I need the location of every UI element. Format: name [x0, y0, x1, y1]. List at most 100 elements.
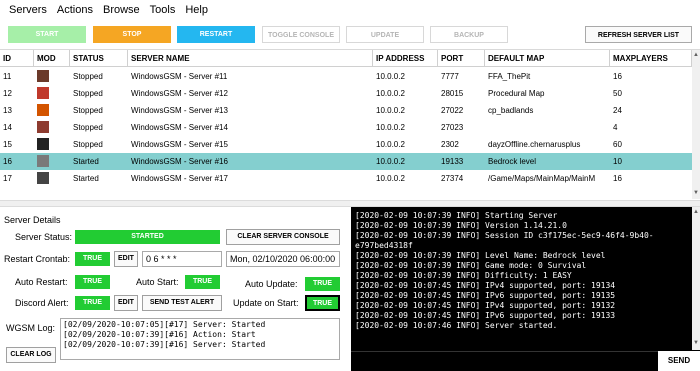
send-test-alert-button[interactable]: Send Test Alert — [142, 295, 222, 311]
col-maxplayers[interactable]: MAXPLAYERS — [610, 50, 692, 66]
col-mod[interactable]: MOD — [34, 50, 70, 66]
server-console: [2020-02-09 10:07:39 INFO] Starting Serv… — [351, 207, 700, 371]
toggle-console-button[interactable]: Toggle Console — [262, 26, 340, 43]
cell-name: WindowsGSM - Server #12 — [131, 89, 228, 98]
start-button[interactable]: Start — [8, 26, 86, 43]
table-row[interactable]: 17 Started WindowsGSM - Server #17 10.0.0.2… — [0, 170, 692, 187]
cell-map — [485, 119, 610, 136]
auto-start-toggle[interactable]: True — [185, 275, 220, 289]
cell-max: 10 — [613, 157, 622, 166]
clear-server-console-button[interactable]: Clear Server Console — [226, 229, 340, 245]
wgsm-log[interactable]: [02/09/2020-10:07:05][#17] Server: Start… — [60, 318, 340, 360]
crontab-field[interactable]: 0 6 * * * — [142, 251, 222, 267]
cell-ip: 10.0.0.2 — [376, 106, 405, 115]
status-value-badge: Started — [75, 230, 220, 244]
crontab-next-run: Mon, 02/10/2020 06:00:00 — [226, 251, 340, 267]
cell-max: 24 — [613, 106, 622, 115]
cell-map: cp_badlands — [488, 106, 534, 115]
console-command-input[interactable] — [351, 351, 658, 371]
col-server-name[interactable]: SERVER NAME — [128, 50, 373, 66]
console-line: [2020-02-09 10:07:45 INFO] IPv4 supporte… — [355, 281, 616, 290]
cell-id: 16 — [3, 157, 12, 166]
menu-servers[interactable]: Servers — [4, 4, 52, 16]
menu-tools[interactable]: Tools — [145, 4, 181, 16]
auto-start-label: Auto Start: — [136, 277, 179, 287]
cell-map: Procedural Map — [488, 89, 545, 98]
console-scrollbar[interactable]: ▲ ▼ — [692, 207, 700, 350]
auto-restart-label: Auto Restart: — [15, 277, 68, 287]
cell-name: WindowsGSM - Server #11 — [131, 72, 228, 81]
cell-name: WindowsGSM - Server #17 — [131, 174, 228, 183]
col-status[interactable]: STATUS — [70, 50, 128, 66]
cell-max: 4 — [613, 123, 618, 132]
cell-port: 7777 — [441, 72, 459, 81]
game-mod-icon — [37, 104, 49, 116]
console-line: [2020-02-09 10:07:46 INFO] Server starte… — [355, 321, 558, 330]
restart-button[interactable]: Restart — [177, 26, 255, 43]
console-line: [2020-02-09 10:07:39 INFO] Level Name: B… — [355, 251, 606, 260]
cell-ip: 10.0.0.2 — [376, 140, 405, 149]
scroll-up-icon[interactable]: ▲ — [692, 52, 700, 58]
wgsm-log-label: WGSM Log: — [6, 323, 56, 333]
cell-name: WindowsGSM - Server #14 — [131, 123, 228, 132]
console-line: [2020-02-09 10:07:39 INFO] Starting Serv… — [355, 211, 558, 220]
crontab-toggle[interactable]: True — [75, 252, 110, 266]
auto-update-toggle[interactable]: True — [305, 277, 340, 291]
cell-max: 60 — [613, 140, 622, 149]
game-mod-icon — [37, 155, 49, 167]
send-button[interactable]: Send — [658, 351, 700, 371]
scroll-down-icon[interactable]: ▼ — [692, 190, 700, 196]
server-table: ID MOD STATUS SERVER NAME IP ADDRESS POR… — [0, 49, 700, 199]
auto-restart-toggle[interactable]: True — [75, 275, 110, 289]
panel-splitter[interactable] — [0, 200, 700, 207]
cell-id: 14 — [3, 123, 12, 132]
cell-ip: 10.0.0.2 — [376, 123, 405, 132]
discord-edit-button[interactable]: Edit — [114, 295, 138, 311]
stop-button[interactable]: Stop — [93, 26, 171, 43]
console-line: [2020-02-09 10:07:45 INFO] IPv6 supporte… — [355, 311, 616, 320]
table-row[interactable]: 11 Stopped WindowsGSM - Server #11 10.0.0.2… — [0, 68, 692, 85]
server-details-panel: Server Details Server Status: Started Cl… — [0, 207, 350, 371]
table-row[interactable]: 15 Stopped WindowsGSM - Server #15 10.0.0.2… — [0, 136, 692, 153]
table-row[interactable]: 13 Stopped WindowsGSM - Server #13 10.0.0.2… — [0, 102, 692, 119]
refresh-server-list-button[interactable]: Refresh Server List — [585, 26, 692, 43]
crontab-edit-button[interactable]: Edit — [114, 251, 138, 267]
mod-cell — [34, 102, 70, 119]
menu-help[interactable]: Help — [180, 4, 213, 16]
cell-name: WindowsGSM - Server #15 — [131, 140, 228, 149]
table-row[interactable]: 12 Stopped WindowsGSM - Server #12 10.0.0.2… — [0, 85, 692, 102]
table-scrollbar[interactable]: ▲ ▼ — [692, 50, 700, 199]
console-scroll-down-icon[interactable]: ▼ — [692, 340, 700, 346]
col-default-map[interactable]: DEFAULT MAP — [485, 50, 610, 66]
menu-browse[interactable]: Browse — [98, 4, 145, 16]
mod-cell — [34, 85, 70, 102]
cell-map: Bedrock level — [488, 157, 537, 166]
discord-alert-toggle[interactable]: True — [75, 296, 110, 310]
cell-id: 13 — [3, 106, 12, 115]
cell-name: WindowsGSM - Server #16 — [131, 157, 228, 166]
col-port[interactable]: PORT — [438, 50, 485, 66]
cell-port: 27374 — [441, 174, 464, 183]
menu-actions[interactable]: Actions — [52, 4, 98, 16]
console-scroll-up-icon[interactable]: ▲ — [692, 209, 700, 215]
cell-id: 11 — [3, 72, 12, 81]
table-row[interactable]: 14 Stopped WindowsGSM - Server #14 10.0.0.2… — [0, 119, 692, 136]
mod-cell — [34, 68, 70, 85]
cell-id: 15 — [3, 140, 12, 149]
col-id[interactable]: ID — [0, 50, 34, 66]
mod-cell — [34, 119, 70, 136]
discord-alert-label: Discord Alert: — [15, 298, 69, 308]
backup-button[interactable]: Backup — [430, 26, 508, 43]
cell-name: WindowsGSM - Server #13 — [131, 106, 228, 115]
cell-status: Started — [73, 174, 99, 183]
update-button[interactable]: Update — [346, 26, 424, 43]
update-on-start-toggle[interactable]: True — [305, 295, 340, 311]
mod-cell — [34, 136, 70, 153]
status-label: Server Status: — [15, 232, 73, 242]
cell-max: 16 — [613, 174, 622, 183]
table-row[interactable]: 16 Started WindowsGSM - Server #16 10.0.0.2… — [0, 153, 692, 170]
clear-log-button[interactable]: Clear Log — [6, 347, 56, 363]
log-line: [02/09/2020-10:07:05][#17] Server: Start… — [63, 320, 266, 329]
auto-update-label: Auto Update: — [245, 279, 298, 289]
col-ip-address[interactable]: IP ADDRESS — [373, 50, 438, 66]
